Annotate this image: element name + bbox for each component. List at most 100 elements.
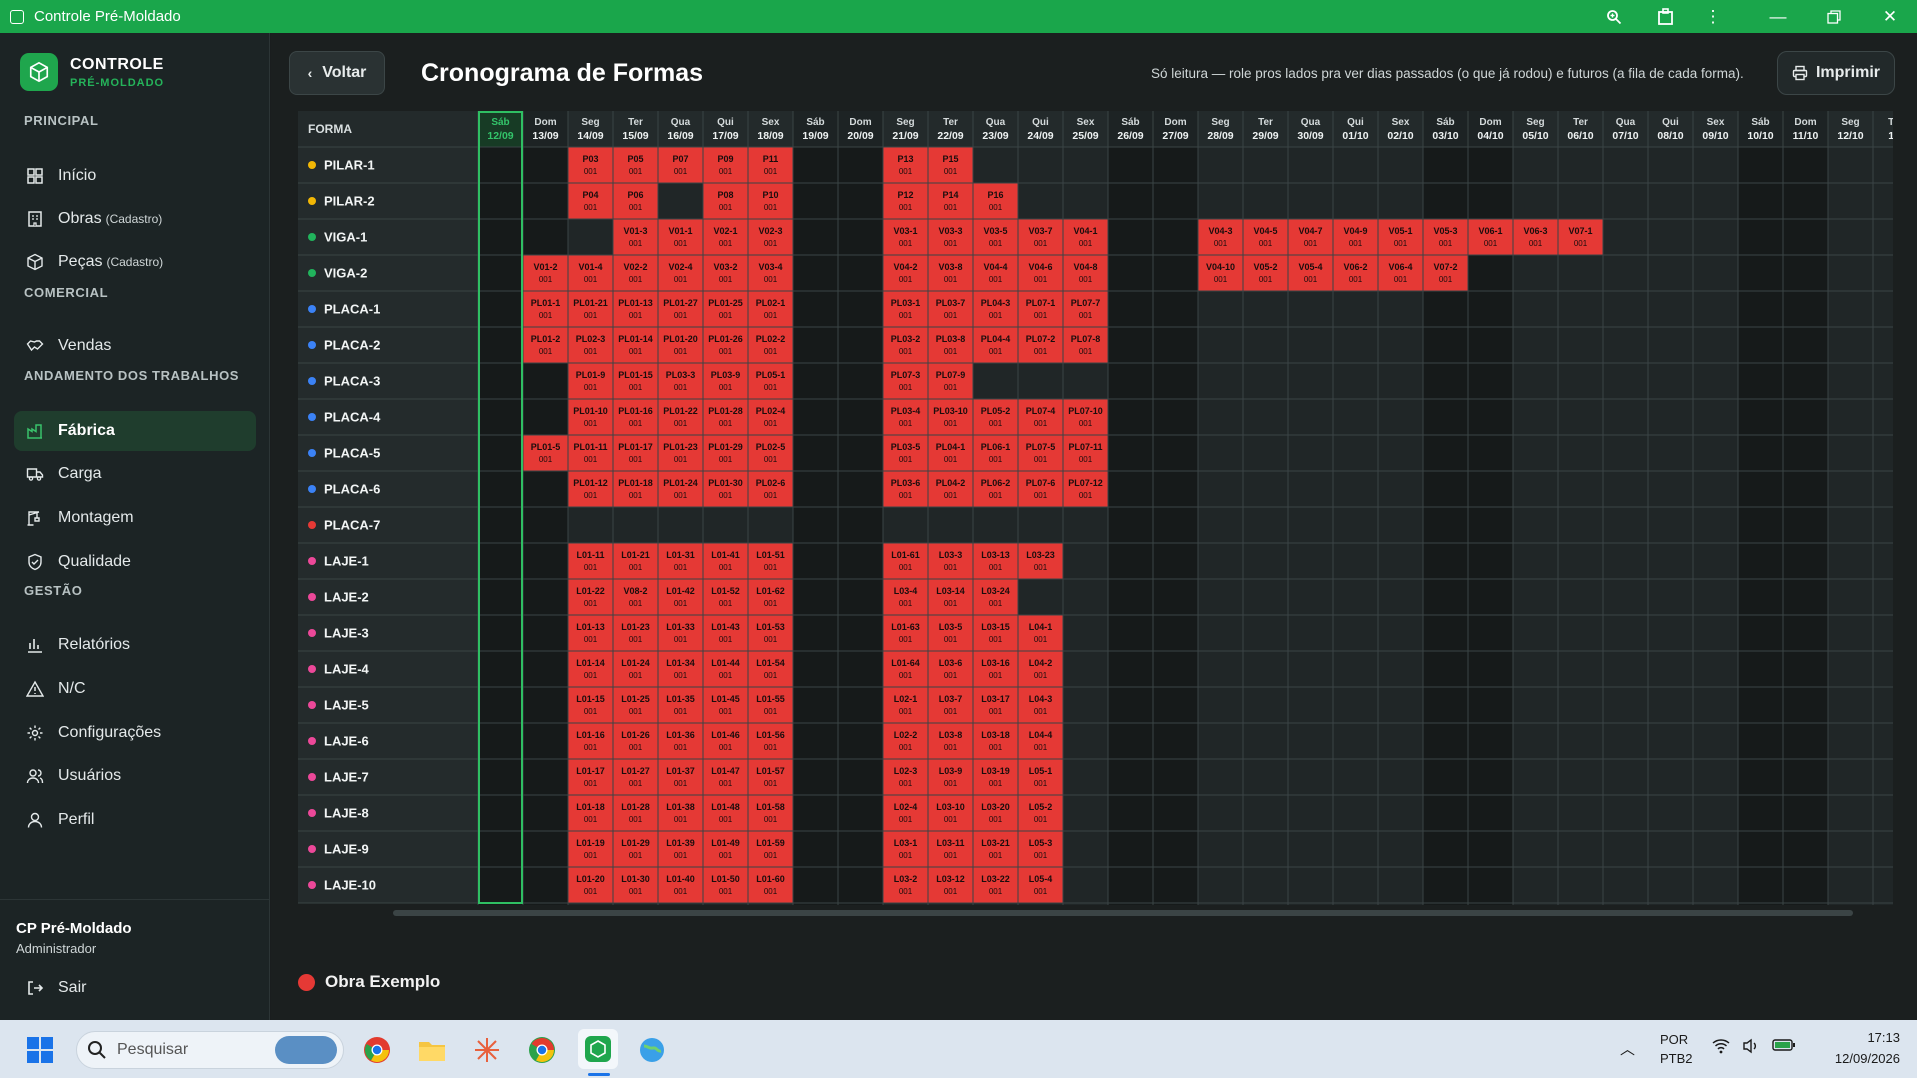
scheduled-piece-cell[interactable] — [658, 327, 703, 363]
scheduled-piece-cell[interactable] — [1063, 399, 1108, 435]
scheduled-piece-cell[interactable] — [748, 831, 793, 867]
scheduled-piece-cell[interactable] — [973, 687, 1018, 723]
close-icon[interactable]: ✕ — [1870, 0, 1910, 33]
scheduled-piece-cell[interactable] — [928, 399, 973, 435]
tray-overflow-chevron-icon[interactable]: ︿ — [1620, 1038, 1635, 1059]
scheduled-piece-cell[interactable] — [883, 327, 928, 363]
sidebar-item-configuracoes[interactable]: Configurações — [14, 713, 256, 753]
scheduled-piece-cell[interactable] — [658, 219, 703, 255]
scheduled-piece-cell[interactable] — [928, 183, 973, 219]
scheduled-piece-cell[interactable] — [928, 255, 973, 291]
scheduled-piece-cell[interactable] — [928, 471, 973, 507]
scheduled-piece-cell[interactable] — [1063, 435, 1108, 471]
scheduled-piece-cell[interactable] — [748, 723, 793, 759]
scheduled-piece-cell[interactable] — [1018, 219, 1063, 255]
scheduled-piece-cell[interactable] — [748, 399, 793, 435]
scheduled-piece-cell[interactable] — [748, 867, 793, 903]
print-button[interactable]: Imprimir — [1777, 51, 1895, 95]
scheduled-piece-cell[interactable] — [703, 219, 748, 255]
scheduled-piece-cell[interactable] — [973, 399, 1018, 435]
scheduled-piece-cell[interactable] — [1333, 255, 1378, 291]
scheduled-piece-cell[interactable] — [883, 471, 928, 507]
forma-label[interactable]: LAJE-3 — [324, 626, 369, 641]
scheduled-piece-cell[interactable] — [658, 867, 703, 903]
scheduled-piece-cell[interactable] — [568, 471, 613, 507]
scheduled-piece-cell[interactable] — [703, 831, 748, 867]
scheduled-piece-cell[interactable] — [883, 255, 928, 291]
sidebar-item-obras[interactable]: Obras (Cadastro) — [14, 199, 256, 239]
scheduled-piece-cell[interactable] — [1018, 651, 1063, 687]
scheduled-piece-cell[interactable] — [973, 255, 1018, 291]
scheduled-piece-cell[interactable] — [568, 615, 613, 651]
scheduled-piece-cell[interactable] — [568, 867, 613, 903]
scrollbar-thumb[interactable] — [393, 910, 1853, 916]
scheduled-piece-cell[interactable] — [1513, 219, 1558, 255]
scheduled-piece-cell[interactable] — [658, 831, 703, 867]
forma-label[interactable]: PLACA-1 — [324, 302, 380, 317]
chrome-profile-icon[interactable] — [524, 1032, 560, 1068]
forma-label[interactable]: PLACA-6 — [324, 482, 380, 497]
browser-globe-icon[interactable] — [634, 1032, 670, 1068]
scheduled-piece-cell[interactable] — [568, 831, 613, 867]
minimize-icon[interactable]: — — [1758, 0, 1798, 33]
scheduled-piece-cell[interactable] — [883, 831, 928, 867]
schedule-grid[interactable]: FORMA Sáb 12/09 Dom 13/09 Seg 14/09 Ter 15/09 Qua… — [298, 111, 1893, 905]
scheduled-piece-cell[interactable] — [973, 615, 1018, 651]
file-explorer-icon[interactable] — [414, 1032, 450, 1068]
chrome-icon[interactable] — [359, 1032, 395, 1068]
scheduled-piece-cell[interactable] — [973, 867, 1018, 903]
scheduled-piece-cell[interactable] — [973, 831, 1018, 867]
forma-label[interactable]: LAJE-4 — [324, 662, 370, 677]
forma-label[interactable]: LAJE-8 — [324, 806, 369, 821]
scheduled-piece-cell[interactable] — [928, 291, 973, 327]
scheduled-piece-cell[interactable] — [928, 615, 973, 651]
scheduled-piece-cell[interactable] — [1558, 219, 1603, 255]
restore-icon[interactable] — [1814, 0, 1854, 33]
scheduled-piece-cell[interactable] — [613, 795, 658, 831]
scheduled-piece-cell[interactable] — [703, 291, 748, 327]
scheduled-piece-cell[interactable] — [928, 579, 973, 615]
scheduled-piece-cell[interactable] — [703, 795, 748, 831]
scheduled-piece-cell[interactable] — [928, 147, 973, 183]
scheduled-piece-cell[interactable] — [928, 867, 973, 903]
scheduled-piece-cell[interactable] — [748, 687, 793, 723]
scheduled-piece-cell[interactable] — [703, 471, 748, 507]
windows-start-icon[interactable] — [22, 1032, 58, 1068]
scheduled-piece-cell[interactable] — [658, 471, 703, 507]
keyboard-layout[interactable]: PTB2 — [1660, 1051, 1693, 1066]
controle-app-taskbar-icon[interactable] — [578, 1029, 618, 1069]
scheduled-piece-cell[interactable] — [658, 363, 703, 399]
forma-label[interactable]: PLACA-7 — [324, 518, 380, 533]
scheduled-piece-cell[interactable] — [568, 291, 613, 327]
sidebar-item-perfil[interactable]: Perfil — [14, 800, 256, 840]
scheduled-piece-cell[interactable] — [1198, 219, 1243, 255]
scheduled-piece-cell[interactable] — [973, 723, 1018, 759]
scheduled-piece-cell[interactable] — [1243, 219, 1288, 255]
scheduled-piece-cell[interactable] — [613, 723, 658, 759]
scheduled-piece-cell[interactable] — [613, 255, 658, 291]
scheduled-piece-cell[interactable] — [613, 759, 658, 795]
scheduled-piece-cell[interactable] — [1018, 255, 1063, 291]
scheduled-piece-cell[interactable] — [748, 147, 793, 183]
scheduled-piece-cell[interactable] — [1018, 399, 1063, 435]
scheduled-piece-cell[interactable] — [1018, 291, 1063, 327]
scheduled-piece-cell[interactable] — [613, 543, 658, 579]
scheduled-piece-cell[interactable] — [613, 471, 658, 507]
scheduled-piece-cell[interactable] — [883, 579, 928, 615]
sidebar-item-fabrica[interactable]: Fábrica — [14, 411, 256, 451]
scheduled-piece-cell[interactable] — [973, 579, 1018, 615]
scheduled-piece-cell[interactable] — [613, 219, 658, 255]
forma-label[interactable]: PLACA-4 — [324, 410, 381, 425]
scheduled-piece-cell[interactable] — [613, 867, 658, 903]
forma-label[interactable]: PILAR-1 — [324, 158, 375, 173]
scheduled-piece-cell[interactable] — [523, 291, 568, 327]
scheduled-piece-cell[interactable] — [1018, 759, 1063, 795]
scheduled-piece-cell[interactable] — [523, 255, 568, 291]
scheduled-piece-cell[interactable] — [973, 183, 1018, 219]
scheduled-piece-cell[interactable] — [568, 327, 613, 363]
scheduled-piece-cell[interactable] — [748, 327, 793, 363]
scheduled-piece-cell[interactable] — [703, 183, 748, 219]
forma-label[interactable]: PLACA-3 — [324, 374, 380, 389]
forma-label[interactable]: PLACA-5 — [324, 446, 380, 461]
scheduled-piece-cell[interactable] — [1378, 255, 1423, 291]
